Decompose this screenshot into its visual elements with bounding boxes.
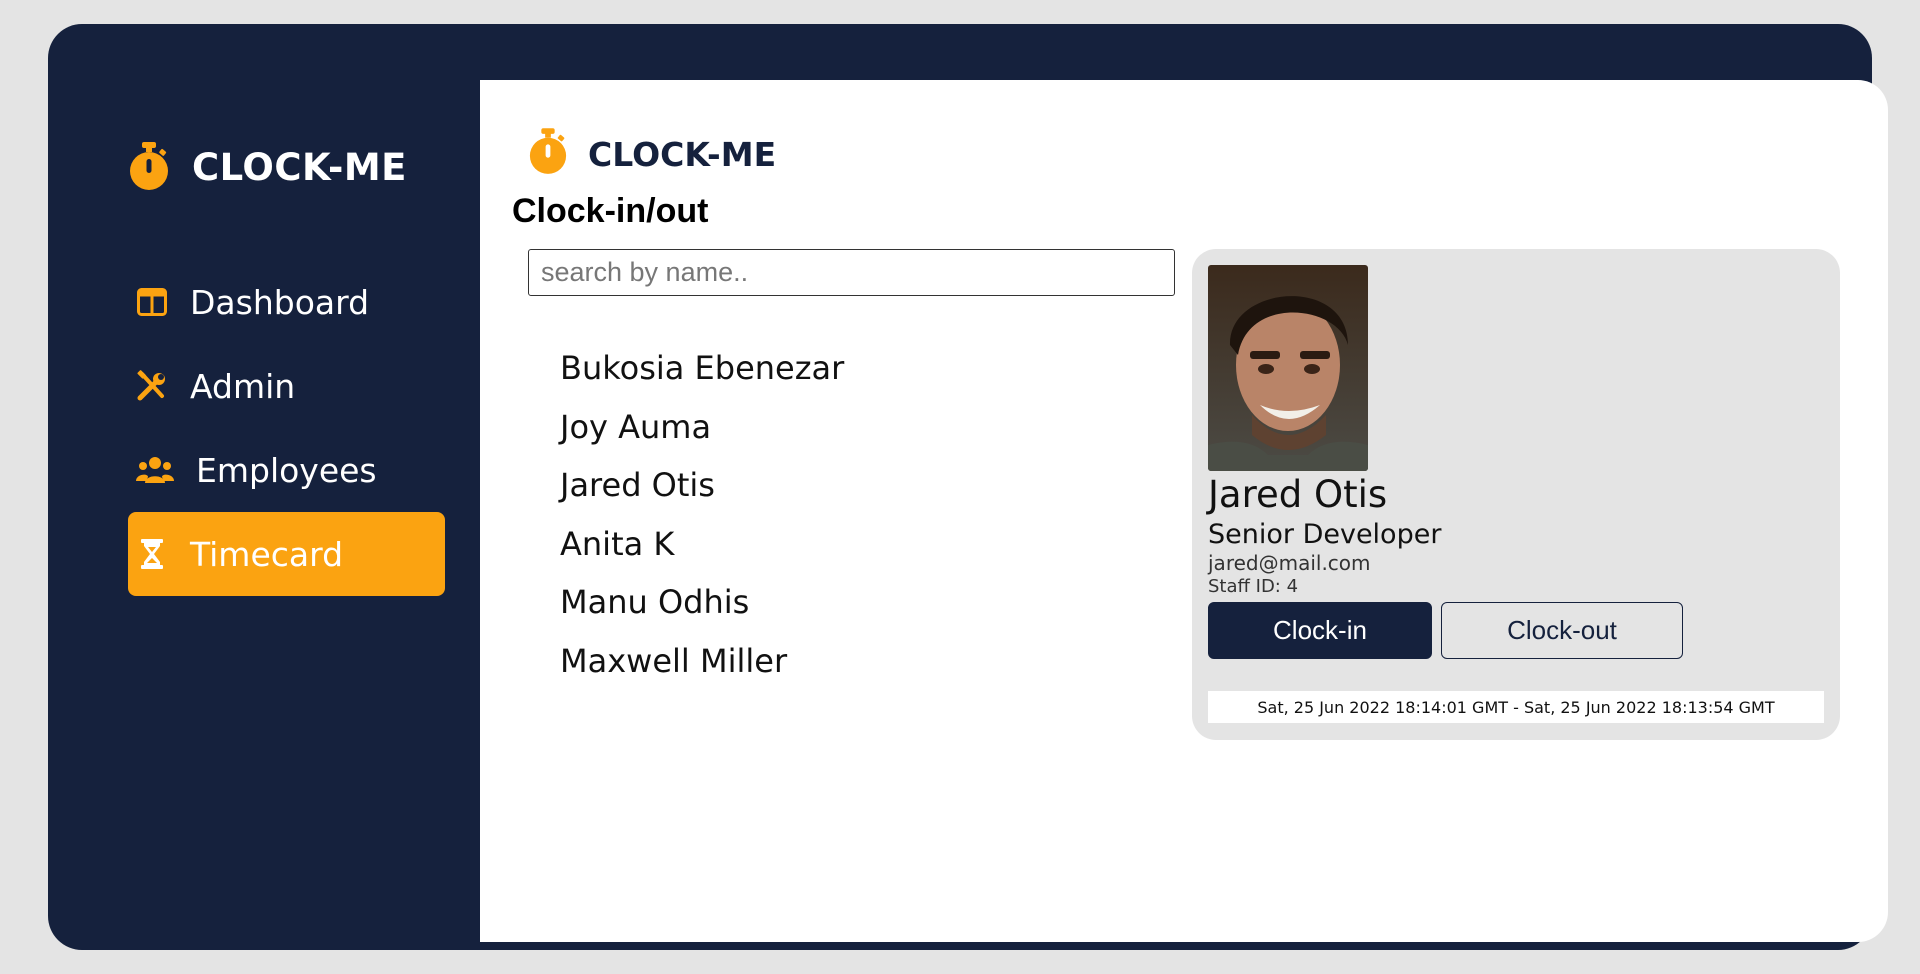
employee-profile-card: Jared Otis Senior Developer jared@mail.c…	[1192, 249, 1840, 740]
avatar	[1208, 265, 1368, 471]
time-range-display: Sat, 25 Jun 2022 18:14:01 GMT - Sat, 25 …	[1208, 691, 1824, 723]
list-item[interactable]: Jared Otis	[560, 469, 844, 528]
brand-name: CLOCK-ME	[192, 145, 407, 189]
main-panel: CLOCK-ME Clock-in/out Bukosia Ebenezar J…	[480, 80, 1888, 942]
list-item[interactable]: Maxwell Miller	[560, 645, 844, 704]
list-item[interactable]: Bukosia Ebenezar	[560, 352, 844, 411]
search-input[interactable]	[528, 249, 1175, 296]
sidebar-nav: Dashboard Admin Employees Timecard	[128, 260, 445, 596]
hourglass-icon	[136, 538, 168, 570]
sidebar-item-timecard[interactable]: Timecard	[128, 512, 445, 596]
profile-role: Senior Developer	[1208, 519, 1442, 550]
sidebar-item-label: Dashboard	[190, 282, 370, 322]
sidebar-item-dashboard[interactable]: Dashboard	[128, 260, 445, 344]
stopwatch-icon	[528, 127, 568, 181]
sidebar-brand: CLOCK-ME	[128, 142, 407, 192]
app-window: CLOCK-ME Dashboard Admin Employees Timec…	[48, 24, 1888, 950]
list-item[interactable]: Manu Odhis	[560, 586, 844, 645]
sidebar-item-label: Timecard	[190, 534, 344, 574]
stopwatch-icon	[128, 142, 170, 192]
sidebar-item-admin[interactable]: Admin	[128, 344, 445, 428]
main-brand: CLOCK-ME	[528, 127, 776, 181]
clock-out-button[interactable]: Clock-out	[1441, 602, 1683, 659]
users-icon	[136, 454, 174, 486]
profile-email: jared@mail.com	[1208, 551, 1371, 575]
main-brand-name: CLOCK-ME	[588, 134, 777, 174]
tools-icon	[136, 370, 168, 402]
sidebar-item-employees[interactable]: Employees	[128, 428, 445, 512]
dashboard-icon	[136, 286, 168, 318]
employee-list: Bukosia Ebenezar Joy Auma Jared Otis Ani…	[560, 352, 844, 703]
profile-name: Jared Otis	[1208, 473, 1388, 516]
page-title: Clock-in/out	[512, 192, 709, 230]
list-item[interactable]: Joy Auma	[560, 411, 844, 470]
clock-in-button[interactable]: Clock-in	[1208, 602, 1432, 659]
list-item[interactable]: Anita K	[560, 528, 844, 587]
profile-staff-id: Staff ID: 4	[1208, 576, 1299, 597]
sidebar-item-label: Employees	[196, 450, 377, 490]
sidebar-item-label: Admin	[190, 366, 296, 406]
